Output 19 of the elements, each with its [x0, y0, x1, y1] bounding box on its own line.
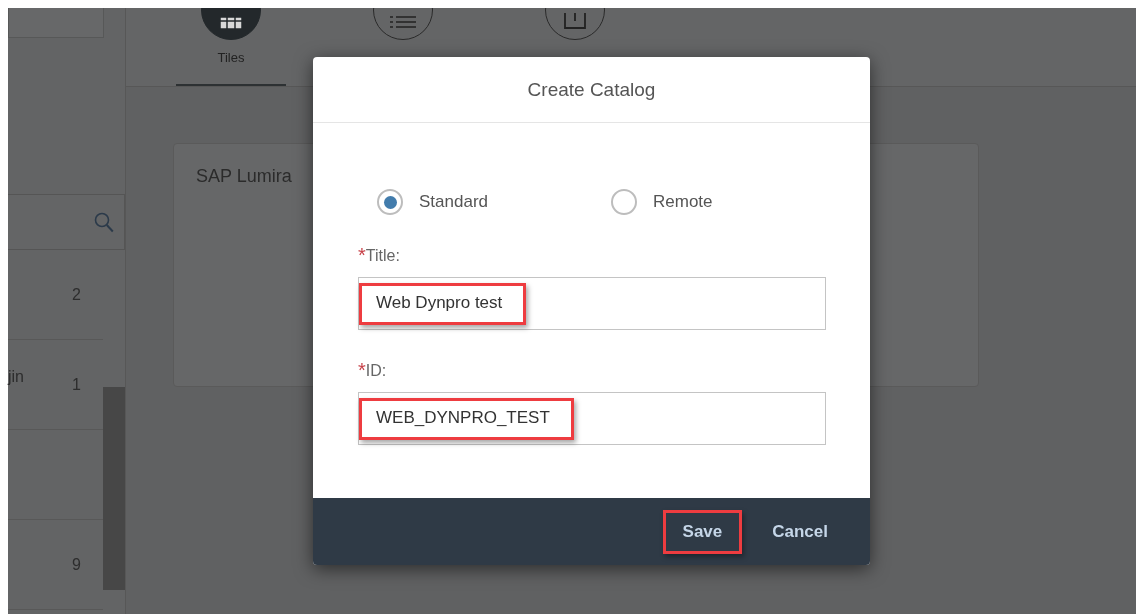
field-label: *Title: — [358, 243, 401, 265]
grid-icon — [220, 17, 242, 29]
input-field[interactable]: WEB_DYNPRO_TEST — [358, 392, 826, 445]
input-field[interactable]: Web Dynpro test — [358, 277, 826, 330]
dialog-button[interactable]: Save — [662, 509, 743, 554]
item-count: 9 — [72, 555, 81, 574]
item-count: 1 — [72, 375, 81, 394]
search-icon — [94, 211, 114, 233]
dialog-title: Create Catalog — [527, 78, 656, 101]
search-field[interactable] — [8, 194, 125, 250]
list-icon — [390, 15, 416, 29]
dialog-button[interactable]: Cancel — [752, 509, 848, 554]
box-icon — [564, 13, 586, 29]
tile-title: SAP Lumira — [196, 166, 292, 186]
field-label: *ID: — [358, 358, 388, 380]
scrollbar-thumb[interactable] — [103, 387, 125, 590]
radio-option[interactable]: Remote — [592, 189, 826, 215]
radio-option[interactable]: Standard — [358, 189, 592, 215]
item-count: 2 — [72, 285, 81, 304]
